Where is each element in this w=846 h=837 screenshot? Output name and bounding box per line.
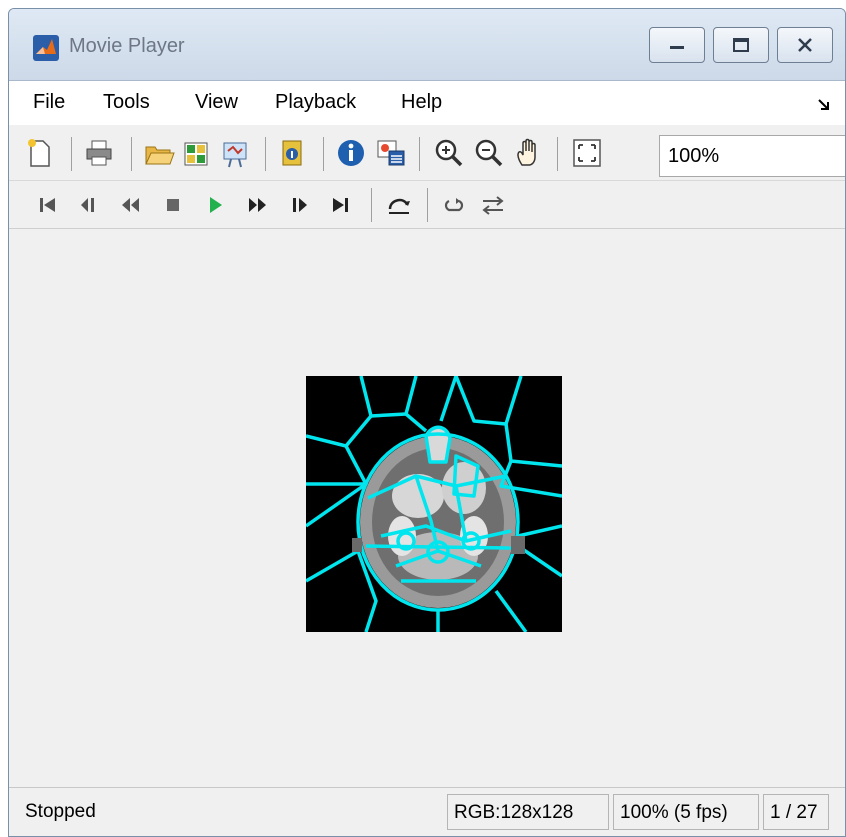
forward-backward-icon[interactable] — [479, 191, 507, 219]
menu-bar: File Tools View Playback Help — [9, 81, 845, 125]
close-button[interactable] — [777, 27, 833, 63]
info-icon[interactable] — [335, 137, 367, 169]
play-icon[interactable] — [201, 191, 229, 219]
movie-player-window: Movie Player File Tools View Playback He… — [8, 8, 846, 837]
jump-to-icon[interactable] — [385, 191, 413, 219]
stop-icon[interactable] — [159, 191, 187, 219]
status-bar: Stopped RGB:128x128 100% (5 fps) 1 / 27 — [9, 787, 845, 836]
zoom-level-field[interactable]: 100% — [659, 135, 845, 177]
print-icon[interactable] — [83, 137, 115, 169]
open-icon[interactable] — [143, 137, 175, 169]
frame-counter-field: 1 / 27 — [763, 794, 829, 830]
close-icon — [798, 38, 812, 52]
menu-tools[interactable]: Tools — [103, 91, 150, 114]
menu-playback[interactable]: Playback — [275, 91, 356, 114]
matlab-icon — [33, 35, 59, 61]
playback-toolbar — [9, 181, 845, 229]
new-icon[interactable] — [23, 137, 55, 169]
menu-view[interactable]: View — [195, 91, 238, 114]
minimize-button[interactable] — [649, 27, 705, 63]
menu-help[interactable]: Help — [401, 91, 442, 114]
undock-arrow-icon[interactable] — [817, 97, 831, 111]
main-toolbar: 100% — [9, 125, 845, 181]
export-icon[interactable] — [181, 137, 213, 169]
file-info-icon[interactable] — [277, 137, 309, 169]
rewind-icon[interactable] — [117, 191, 145, 219]
playback-status: Stopped — [25, 801, 96, 822]
frame-icon[interactable] — [375, 137, 407, 169]
zoom-in-icon[interactable] — [433, 137, 465, 169]
image-info-field: RGB:128x128 — [447, 794, 609, 830]
step-forward-icon[interactable] — [285, 191, 313, 219]
minimize-icon — [670, 46, 684, 49]
maximize-icon — [733, 38, 749, 52]
video-display-area — [9, 229, 845, 787]
maximize-button[interactable] — [713, 27, 769, 63]
loop-icon[interactable] — [441, 191, 469, 219]
go-to-last-icon[interactable] — [327, 191, 355, 219]
zoom-fps-field: 100% (5 fps) — [613, 794, 759, 830]
title-bar[interactable]: Movie Player — [9, 9, 845, 81]
zoom-out-icon[interactable] — [473, 137, 505, 169]
pan-hand-icon[interactable] — [513, 137, 545, 169]
step-back-icon[interactable] — [75, 191, 103, 219]
fast-forward-icon[interactable] — [243, 191, 271, 219]
configure-icon[interactable] — [219, 137, 251, 169]
menu-file[interactable]: File — [33, 91, 65, 114]
go-to-first-icon[interactable] — [33, 191, 61, 219]
video-frame — [306, 376, 562, 632]
fit-to-window-icon[interactable] — [571, 137, 603, 169]
window-title: Movie Player — [69, 35, 185, 57]
